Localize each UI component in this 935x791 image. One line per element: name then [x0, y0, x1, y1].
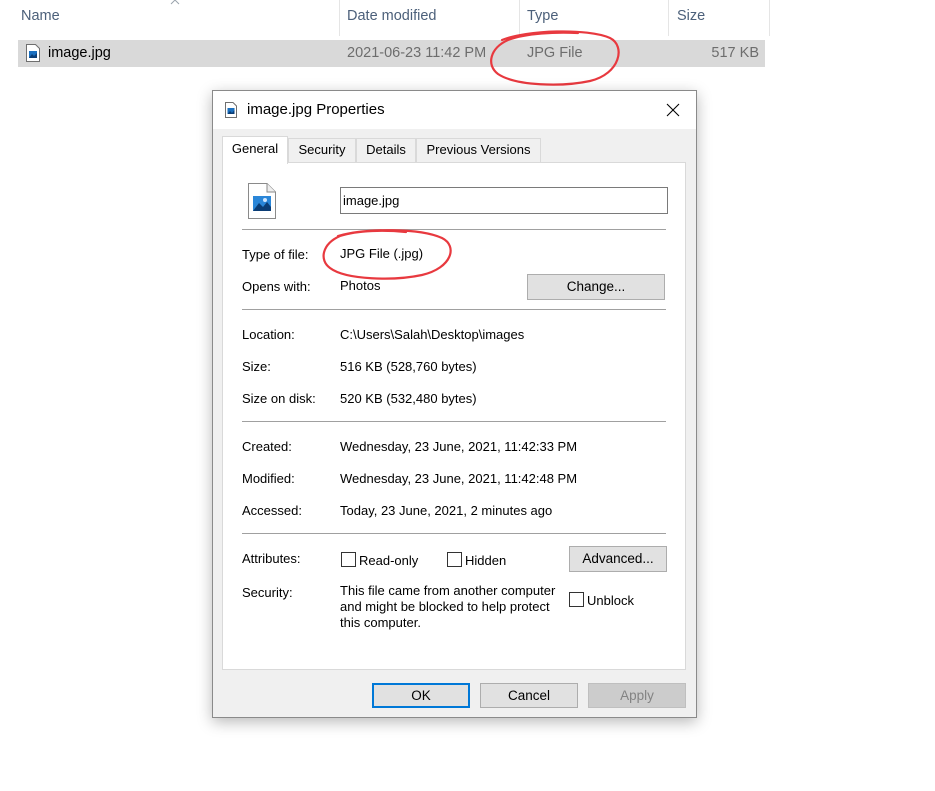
column-name[interactable]: Name [21, 8, 60, 24]
column-header-bar: Name Date modified Type Size [0, 0, 770, 36]
security-warning-text: This file came from another computer and… [340, 583, 556, 630]
column-separator[interactable] [339, 0, 340, 36]
ok-button[interactable]: OK [372, 683, 470, 708]
created-label: Created: [242, 439, 292, 454]
file-name: image.jpg [48, 45, 111, 61]
created-value: Wednesday, 23 June, 2021, 11:42:33 PM [340, 439, 578, 454]
size-on-disk-label: Size on disk: [242, 391, 316, 406]
cancel-button[interactable]: Cancel [480, 683, 578, 708]
divider [242, 309, 666, 310]
general-tab-panel: Type of file: JPG File (.jpg) Opens with… [222, 162, 686, 670]
hidden-label[interactable]: Hidden [465, 553, 506, 568]
modified-value: Wednesday, 23 June, 2021, 11:42:48 PM [340, 471, 578, 486]
file-size: 517 KB [711, 45, 759, 61]
size-value: 516 KB (528,760 bytes) [340, 359, 477, 374]
column-date-modified[interactable]: Date modified [347, 8, 436, 24]
image-file-icon [26, 44, 40, 62]
type-of-file-value: JPG File (.jpg) [340, 246, 424, 261]
apply-button[interactable]: Apply [588, 683, 686, 708]
file-row-image-jpg[interactable]: image.jpg 2021-06-23 11:42 PM JPG File 5… [18, 40, 765, 67]
image-file-icon [248, 183, 276, 219]
tab-details[interactable]: Details [356, 138, 416, 162]
column-separator[interactable] [769, 0, 770, 36]
location-value: C:\Users\Salah\Desktop\images [340, 327, 525, 342]
size-label: Size: [242, 359, 271, 374]
accessed-value: Today, 23 June, 2021, 2 minutes ago [340, 503, 553, 518]
readonly-label[interactable]: Read-only [359, 553, 418, 568]
tab-previous-versions[interactable]: Previous Versions [416, 138, 541, 162]
readonly-checkbox[interactable] [341, 552, 356, 567]
opens-with-value: Photos [340, 278, 381, 293]
security-label: Security: [242, 585, 293, 600]
advanced-button[interactable]: Advanced... [569, 546, 667, 572]
opens-with-label: Opens with: [242, 279, 311, 294]
column-type[interactable]: Type [527, 8, 558, 24]
accessed-label: Accessed: [242, 503, 302, 518]
size-on-disk-value: 520 KB (532,480 bytes) [340, 391, 477, 406]
dialog-titlebar[interactable]: image.jpg Properties [213, 91, 696, 129]
modified-label: Modified: [242, 471, 295, 486]
unblock-label[interactable]: Unblock [587, 593, 634, 608]
column-separator[interactable] [668, 0, 669, 36]
close-button[interactable] [650, 91, 696, 129]
filename-field[interactable] [340, 187, 668, 214]
location-label: Location: [242, 327, 295, 342]
image-file-icon [225, 102, 237, 118]
sort-ascending-icon [170, 0, 180, 5]
tab-general[interactable]: General [222, 136, 288, 164]
dialog-title: image.jpg Properties [247, 101, 385, 118]
properties-dialog: image.jpg Properties General Security De… [212, 90, 697, 718]
type-of-file-label: Type of file: [242, 247, 309, 262]
close-icon [666, 103, 680, 117]
divider [242, 229, 666, 230]
change-button[interactable]: Change... [527, 274, 665, 300]
column-size[interactable]: Size [677, 8, 705, 24]
attributes-label: Attributes: [242, 551, 301, 566]
unblock-checkbox[interactable] [569, 592, 584, 607]
column-separator[interactable] [519, 0, 520, 36]
divider [242, 421, 666, 422]
tab-security[interactable]: Security [288, 138, 356, 162]
file-type: JPG File [527, 45, 583, 61]
file-date-modified: 2021-06-23 11:42 PM [347, 45, 487, 61]
hidden-checkbox[interactable] [447, 552, 462, 567]
divider [242, 533, 666, 534]
